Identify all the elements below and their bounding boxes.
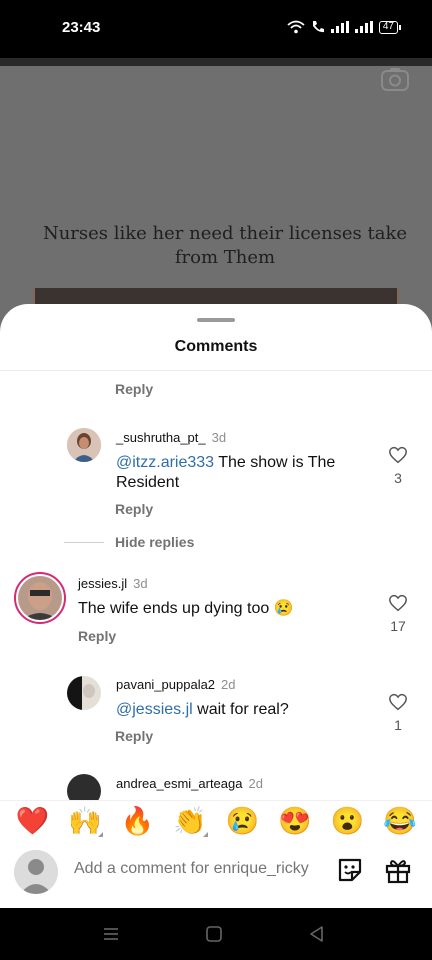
like-button[interactable]: 17 xyxy=(386,594,410,634)
username-text[interactable]: andrea_esmi_arteaga xyxy=(116,776,242,791)
home-icon[interactable] xyxy=(204,924,224,944)
my-avatar[interactable] xyxy=(14,850,58,894)
like-button[interactable]: 1 xyxy=(386,693,410,733)
comment-input-bar xyxy=(0,840,432,908)
status-bar: 23:43 47 xyxy=(0,0,432,58)
wifi-icon xyxy=(287,20,305,34)
emoji-heart-eyes[interactable]: 😍 xyxy=(275,805,315,837)
post-header-strip xyxy=(0,58,432,66)
comment-age: 2d xyxy=(248,776,263,791)
like-count: 17 xyxy=(390,618,406,634)
mention-link[interactable]: @itzz.arie333 xyxy=(116,454,214,471)
comment-username[interactable]: andrea_esmi_arteaga 2d xyxy=(116,776,263,791)
comment-age: 2d xyxy=(221,677,236,692)
hide-replies-line xyxy=(64,542,104,543)
emoji-crying[interactable]: 😢 xyxy=(222,805,262,837)
comment-text: The wife ends up dying too 😢 xyxy=(78,600,294,617)
signal-strength-icon-2 xyxy=(354,21,373,33)
post-caption: Nurses like her need their licenses take… xyxy=(42,223,408,268)
emoji-surprised[interactable]: 😮 xyxy=(327,805,367,837)
reply-link[interactable]: Reply xyxy=(78,628,116,644)
signal-strength-icon xyxy=(330,21,349,33)
emoji-laughing[interactable]: 😂 xyxy=(380,805,420,837)
comment-input[interactable] xyxy=(74,860,324,878)
back-icon[interactable] xyxy=(307,924,327,944)
status-time: 23:43 xyxy=(62,19,101,36)
mention-link[interactable]: @jessies.jl xyxy=(116,701,193,718)
reply-link[interactable]: Reply xyxy=(115,728,153,744)
sheet-divider xyxy=(0,370,432,371)
reply-link[interactable]: Reply xyxy=(115,381,153,397)
emoji-fire[interactable]: 🔥 xyxy=(117,805,157,837)
username-text[interactable]: jessies.jl xyxy=(78,576,127,591)
sheet-title: Comments xyxy=(174,338,258,355)
like-count: 3 xyxy=(394,470,402,486)
reply-link[interactable]: Reply xyxy=(115,501,153,517)
comment-body: wait for real? xyxy=(192,701,289,718)
emoji-raised-hands[interactable]: 🙌 xyxy=(65,805,105,837)
heart-icon[interactable] xyxy=(388,446,408,464)
system-nav-bar xyxy=(0,908,432,960)
avatar[interactable] xyxy=(67,428,101,462)
gift-icon[interactable] xyxy=(384,856,412,884)
like-count: 1 xyxy=(394,717,402,733)
avatar-story-ring[interactable] xyxy=(14,572,66,624)
comment-text: @itzz.arie333 The show is The Resident xyxy=(116,453,356,493)
status-icons: 47 xyxy=(287,20,402,34)
sheet-drag-handle[interactable] xyxy=(197,318,235,322)
emoji-heart[interactable]: ❤️ xyxy=(12,805,52,837)
heart-icon[interactable] xyxy=(388,594,408,612)
emoji-clap[interactable]: 👏 xyxy=(170,805,210,837)
sticker-icon[interactable] xyxy=(336,856,364,884)
call-icon xyxy=(312,21,324,33)
menu-icon[interactable] xyxy=(101,924,121,944)
comment-username[interactable]: pavani_puppala2 2d xyxy=(116,677,236,692)
emoji-quick-bar: ❤️ 🙌 🔥 👏 😢 😍 😮 😂 xyxy=(0,800,432,840)
like-button[interactable]: 3 xyxy=(386,446,410,486)
camera-icon[interactable] xyxy=(380,66,410,92)
hide-replies-button[interactable]: Hide replies xyxy=(115,534,194,550)
battery-icon: 47 xyxy=(378,20,402,34)
username-text[interactable]: _sushrutha_pt_ xyxy=(116,430,206,445)
comment-text: @jessies.jl wait for real? xyxy=(116,700,366,720)
heart-icon[interactable] xyxy=(388,693,408,711)
comment-age: 3d xyxy=(133,576,148,591)
username-text[interactable]: pavani_puppala2 xyxy=(116,677,215,692)
comment-username[interactable]: jessies.jl 3d xyxy=(78,576,148,591)
comment-age: 3d xyxy=(211,430,227,445)
comment-username[interactable]: _sushrutha_pt_ 3d xyxy=(116,430,226,445)
avatar[interactable] xyxy=(67,676,101,710)
